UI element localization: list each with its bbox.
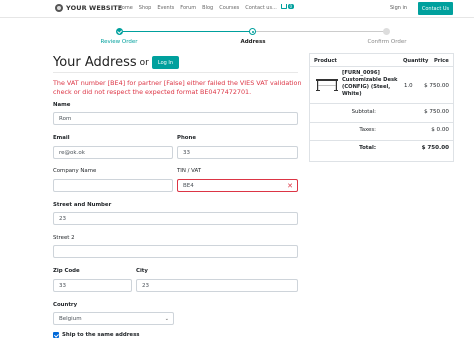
brand-name: YOUR WEBSITE bbox=[66, 4, 123, 12]
phone-value: 33 bbox=[183, 149, 190, 156]
country-value: Belgium bbox=[59, 315, 82, 322]
nav-events[interactable]: Events bbox=[157, 5, 174, 11]
product-quantity: 1.0 bbox=[404, 83, 413, 89]
brand-logo-link[interactable]: YOUR WEBSITE bbox=[55, 4, 122, 12]
step-confirm-order: Confirm Order bbox=[367, 39, 407, 45]
cart-link[interactable]: 0 bbox=[281, 4, 294, 9]
cart-icon bbox=[281, 4, 287, 9]
vat-label: TIN / VAT bbox=[177, 168, 202, 174]
ship-same-checkbox[interactable] bbox=[53, 332, 59, 338]
street2-label: Street 2 bbox=[53, 235, 75, 241]
quantity-column-header: Quantity bbox=[403, 58, 429, 64]
product-column-header: Product bbox=[314, 58, 337, 64]
nav-shop[interactable]: Shop bbox=[139, 5, 152, 11]
street-value: 23 bbox=[59, 215, 66, 222]
country-label: Country bbox=[53, 302, 78, 308]
product-name[interactable]: [FURN_0096] Customizable Desk (CONFIG) (… bbox=[342, 70, 402, 98]
street2-input[interactable] bbox=[53, 245, 298, 258]
step-address: Address bbox=[240, 39, 266, 45]
email-value: re@ok.ok bbox=[59, 149, 85, 156]
summary-header: Product Quantity Price bbox=[310, 54, 453, 67]
nav-courses[interactable]: Courses bbox=[219, 5, 239, 11]
logo-icon bbox=[55, 4, 63, 12]
page-title: Your Address bbox=[53, 55, 137, 70]
city-input[interactable]: 23 bbox=[136, 279, 298, 292]
order-summary: Product Quantity Price [FURN_0096] Custo… bbox=[309, 53, 454, 162]
nav-blog[interactable]: Blog bbox=[202, 5, 213, 11]
taxes-label: Taxes: bbox=[359, 127, 376, 133]
chevron-down-icon: ⌄ bbox=[164, 316, 169, 322]
city-value: 23 bbox=[142, 282, 149, 289]
company-label: Company Name bbox=[53, 168, 97, 174]
ship-same-label: Ship to the same address bbox=[62, 332, 140, 338]
nav-forum[interactable]: Forum bbox=[180, 5, 196, 11]
phone-input[interactable]: 33 bbox=[177, 146, 298, 159]
summary-divider bbox=[310, 140, 453, 141]
zip-value: 33 bbox=[59, 282, 66, 289]
total-label: Total: bbox=[359, 145, 376, 151]
address-heading: Your Address or Log In bbox=[53, 55, 180, 70]
desk-product-image bbox=[316, 79, 338, 91]
company-input[interactable] bbox=[53, 179, 173, 192]
summary-divider bbox=[310, 122, 453, 123]
name-label: Name bbox=[53, 102, 71, 108]
street-label: Street and Number bbox=[53, 202, 112, 208]
country-select[interactable]: Belgium ⌄ bbox=[53, 312, 174, 325]
sign-in-link[interactable]: Sign in bbox=[390, 5, 407, 11]
contact-us-button[interactable]: Contact Us bbox=[418, 2, 453, 15]
vat-value: BE4 bbox=[183, 182, 194, 189]
ship-same-address-option[interactable]: Ship to the same address bbox=[53, 332, 140, 338]
summary-divider bbox=[310, 103, 453, 104]
cart-count-badge: 0 bbox=[288, 4, 294, 9]
product-price: $ 750.00 bbox=[424, 83, 449, 89]
zip-input[interactable]: 33 bbox=[53, 279, 132, 292]
email-label: Email bbox=[53, 135, 70, 141]
main-menu: Home Shop Events Forum Blog Courses Cont… bbox=[118, 5, 277, 11]
subtotal-value: $ 750.00 bbox=[424, 109, 449, 115]
top-navbar: YOUR WEBSITE Home Shop Events Forum Blog… bbox=[0, 0, 474, 18]
step-current-icon bbox=[249, 28, 256, 35]
error-x-icon: ✕ bbox=[287, 182, 293, 190]
email-input[interactable]: re@ok.ok bbox=[53, 146, 173, 159]
name-value: Rom bbox=[59, 115, 72, 122]
phone-label: Phone bbox=[177, 135, 196, 141]
progress-line-todo bbox=[253, 31, 386, 32]
city-label: City bbox=[136, 268, 148, 274]
subtotal-label: Subtotal: bbox=[351, 109, 376, 115]
zip-label: Zip Code bbox=[53, 268, 80, 274]
checkout-progress: Review Order Address Confirm Order bbox=[53, 27, 453, 47]
divider bbox=[53, 72, 298, 73]
step-todo-icon bbox=[383, 28, 390, 35]
price-column-header: Price bbox=[434, 58, 449, 64]
step-done-check-icon bbox=[116, 28, 123, 35]
nav-contact[interactable]: Contact us... bbox=[245, 5, 277, 11]
nav-home[interactable]: Home bbox=[118, 5, 133, 11]
or-text: or bbox=[139, 57, 149, 68]
total-value: $ 750.00 bbox=[421, 145, 449, 151]
taxes-value: $ 0.00 bbox=[431, 127, 449, 133]
street-input[interactable]: 23 bbox=[53, 212, 298, 225]
step-review-order[interactable]: Review Order bbox=[100, 39, 137, 45]
progress-line-done bbox=[123, 31, 253, 32]
vat-input[interactable]: BE4 ✕ bbox=[177, 179, 298, 192]
name-input[interactable]: Rom bbox=[53, 112, 298, 125]
vat-error-message: The VAT number [BE4] for partner [False]… bbox=[53, 79, 302, 96]
log-in-button[interactable]: Log In bbox=[151, 56, 180, 69]
